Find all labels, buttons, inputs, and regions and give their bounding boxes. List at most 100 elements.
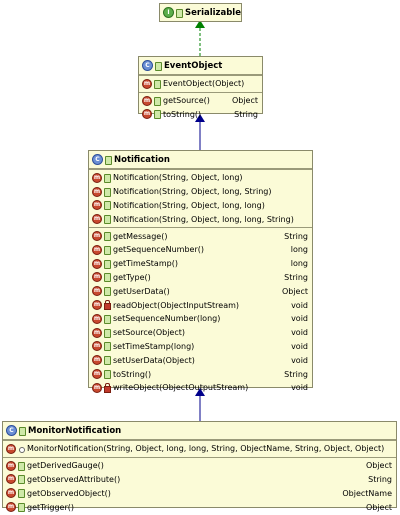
- class-icon: C: [142, 60, 153, 71]
- member-signature: getTrigger(): [27, 502, 74, 512]
- public-visibility-icon: [104, 314, 111, 324]
- member-signature: toString(): [163, 109, 202, 119]
- member-signature: getDerivedGauge(): [27, 461, 104, 471]
- member-signature: getSource(): [163, 96, 210, 106]
- member-return: long: [290, 245, 308, 255]
- methods-section: m getSource() Object m toString() String: [139, 91, 262, 123]
- method-icon: m: [92, 272, 102, 283]
- member-signature: getObservedAttribute(): [27, 474, 121, 484]
- method-icon: m: [142, 109, 152, 120]
- member-signature: setSource(Object): [113, 328, 185, 338]
- member-row[interactable]: m getMessage() String: [89, 229, 312, 243]
- method-icon: m: [92, 355, 102, 366]
- method-icon: m: [92, 313, 102, 324]
- method-icon: m: [92, 186, 102, 197]
- class-monitornotification[interactable]: C MonitorNotification m MonitorNotificat…: [2, 421, 397, 513]
- class-notification[interactable]: C Notification m Notification(String, Ob…: [88, 150, 313, 393]
- member-row[interactable]: m setSequenceNumber(long) void: [89, 312, 312, 326]
- member-signature: getType(): [113, 272, 151, 282]
- public-visibility-icon: [104, 173, 111, 183]
- public-visibility-icon: [18, 475, 25, 485]
- method-icon: m: [92, 214, 102, 225]
- member-row[interactable]: m getDerivedGauge() Object: [3, 459, 396, 473]
- member-signature: getMessage(): [113, 231, 168, 241]
- member-return: Object: [365, 461, 392, 471]
- member-row[interactable]: m Notification(String, Object, long, lon…: [89, 212, 312, 226]
- class-name: Serializable: [184, 7, 241, 18]
- class-serializable[interactable]: I Serializable: [159, 3, 242, 22]
- class-name: MonitorNotification: [28, 425, 122, 436]
- member-signature: toString(): [113, 369, 152, 379]
- class-icon: C: [92, 154, 103, 165]
- public-visibility-icon: [104, 232, 111, 242]
- method-icon: m: [92, 382, 102, 393]
- public-visibility-icon: [104, 215, 111, 225]
- public-visibility-icon: [105, 155, 112, 165]
- public-visibility-icon: [155, 61, 162, 71]
- member-return: void: [291, 328, 308, 338]
- method-icon: m: [6, 488, 16, 499]
- public-visibility-icon: [104, 370, 111, 380]
- member-return: long: [290, 259, 308, 269]
- class-name: EventObject: [164, 60, 223, 71]
- public-visibility-icon: [18, 461, 25, 471]
- member-signature: getObservedObject(): [27, 488, 111, 498]
- member-row[interactable]: m getSequenceNumber() long: [89, 243, 312, 257]
- class-name: Notification: [114, 154, 170, 165]
- class-icon: C: [6, 425, 17, 436]
- public-visibility-icon: [18, 489, 25, 499]
- member-row[interactable]: m Notification(String, Object, long, Str…: [89, 185, 312, 199]
- member-row[interactable]: m setTimeStamp(long) void: [89, 340, 312, 354]
- method-icon: m: [6, 502, 16, 513]
- member-row[interactable]: m getTimeStamp() long: [89, 257, 312, 271]
- member-row[interactable]: m getObservedAttribute() String: [3, 473, 396, 487]
- method-icon: m: [92, 200, 102, 211]
- member-row[interactable]: m writeObject(ObjectOutputStream) void: [89, 381, 312, 395]
- member-signature: getSequenceNumber(): [113, 245, 204, 255]
- member-row[interactable]: m toString() String: [139, 108, 262, 122]
- public-visibility-icon: [104, 342, 111, 352]
- method-icon: m: [92, 286, 102, 297]
- method-icon: m: [92, 231, 102, 242]
- member-return: String: [284, 231, 308, 241]
- member-row[interactable]: m getUserData() Object: [89, 284, 312, 298]
- member-return: ObjectName: [342, 488, 392, 498]
- member-row[interactable]: m Notification(String, Object, long, lon…: [89, 199, 312, 213]
- constructors-section: m MonitorNotification(String, Object, lo…: [3, 440, 396, 457]
- member-row[interactable]: m readObject(ObjectInputStream) void: [89, 298, 312, 312]
- member-signature: Notification(String, Object, long, long): [113, 200, 265, 210]
- member-row[interactable]: m toString() String: [89, 367, 312, 381]
- public-visibility-icon: [104, 328, 111, 338]
- public-visibility-icon: [154, 79, 161, 89]
- member-row[interactable]: m setUserData(Object) void: [89, 353, 312, 367]
- member-row[interactable]: m getSource() Object: [139, 94, 262, 108]
- member-row[interactable]: m getType() String: [89, 271, 312, 285]
- member-signature: writeObject(ObjectOutputStream): [113, 383, 249, 393]
- member-return: String: [284, 369, 308, 379]
- method-icon: m: [92, 327, 102, 338]
- member-return: Object: [231, 96, 258, 106]
- member-row[interactable]: m setSource(Object) void: [89, 326, 312, 340]
- method-icon: m: [92, 244, 102, 255]
- method-icon: m: [6, 443, 16, 454]
- public-visibility-icon: [175, 8, 183, 18]
- method-icon: m: [92, 341, 102, 352]
- package-visibility-icon: [18, 445, 25, 453]
- member-return: String: [234, 109, 258, 119]
- class-eventobject[interactable]: C EventObject m EventObject(Object) m ge…: [138, 56, 263, 120]
- member-return: void: [291, 300, 308, 310]
- member-signature: Notification(String, Object, long): [113, 173, 243, 183]
- public-visibility-icon: [104, 356, 111, 366]
- member-return: void: [291, 314, 308, 324]
- member-return: void: [291, 383, 308, 393]
- member-return: Object: [365, 502, 392, 512]
- method-icon: m: [92, 369, 102, 380]
- member-row[interactable]: m Notification(String, Object, long): [89, 171, 312, 185]
- member-return: Object: [281, 286, 308, 296]
- member-signature: setTimeStamp(long): [113, 341, 195, 351]
- public-visibility-icon: [104, 273, 111, 283]
- member-row[interactable]: m EventObject(Object): [139, 77, 262, 91]
- member-row[interactable]: m MonitorNotification(String, Object, lo…: [3, 442, 396, 456]
- member-row[interactable]: m getTrigger() Object: [3, 500, 396, 514]
- member-row[interactable]: m getObservedObject() ObjectName: [3, 486, 396, 500]
